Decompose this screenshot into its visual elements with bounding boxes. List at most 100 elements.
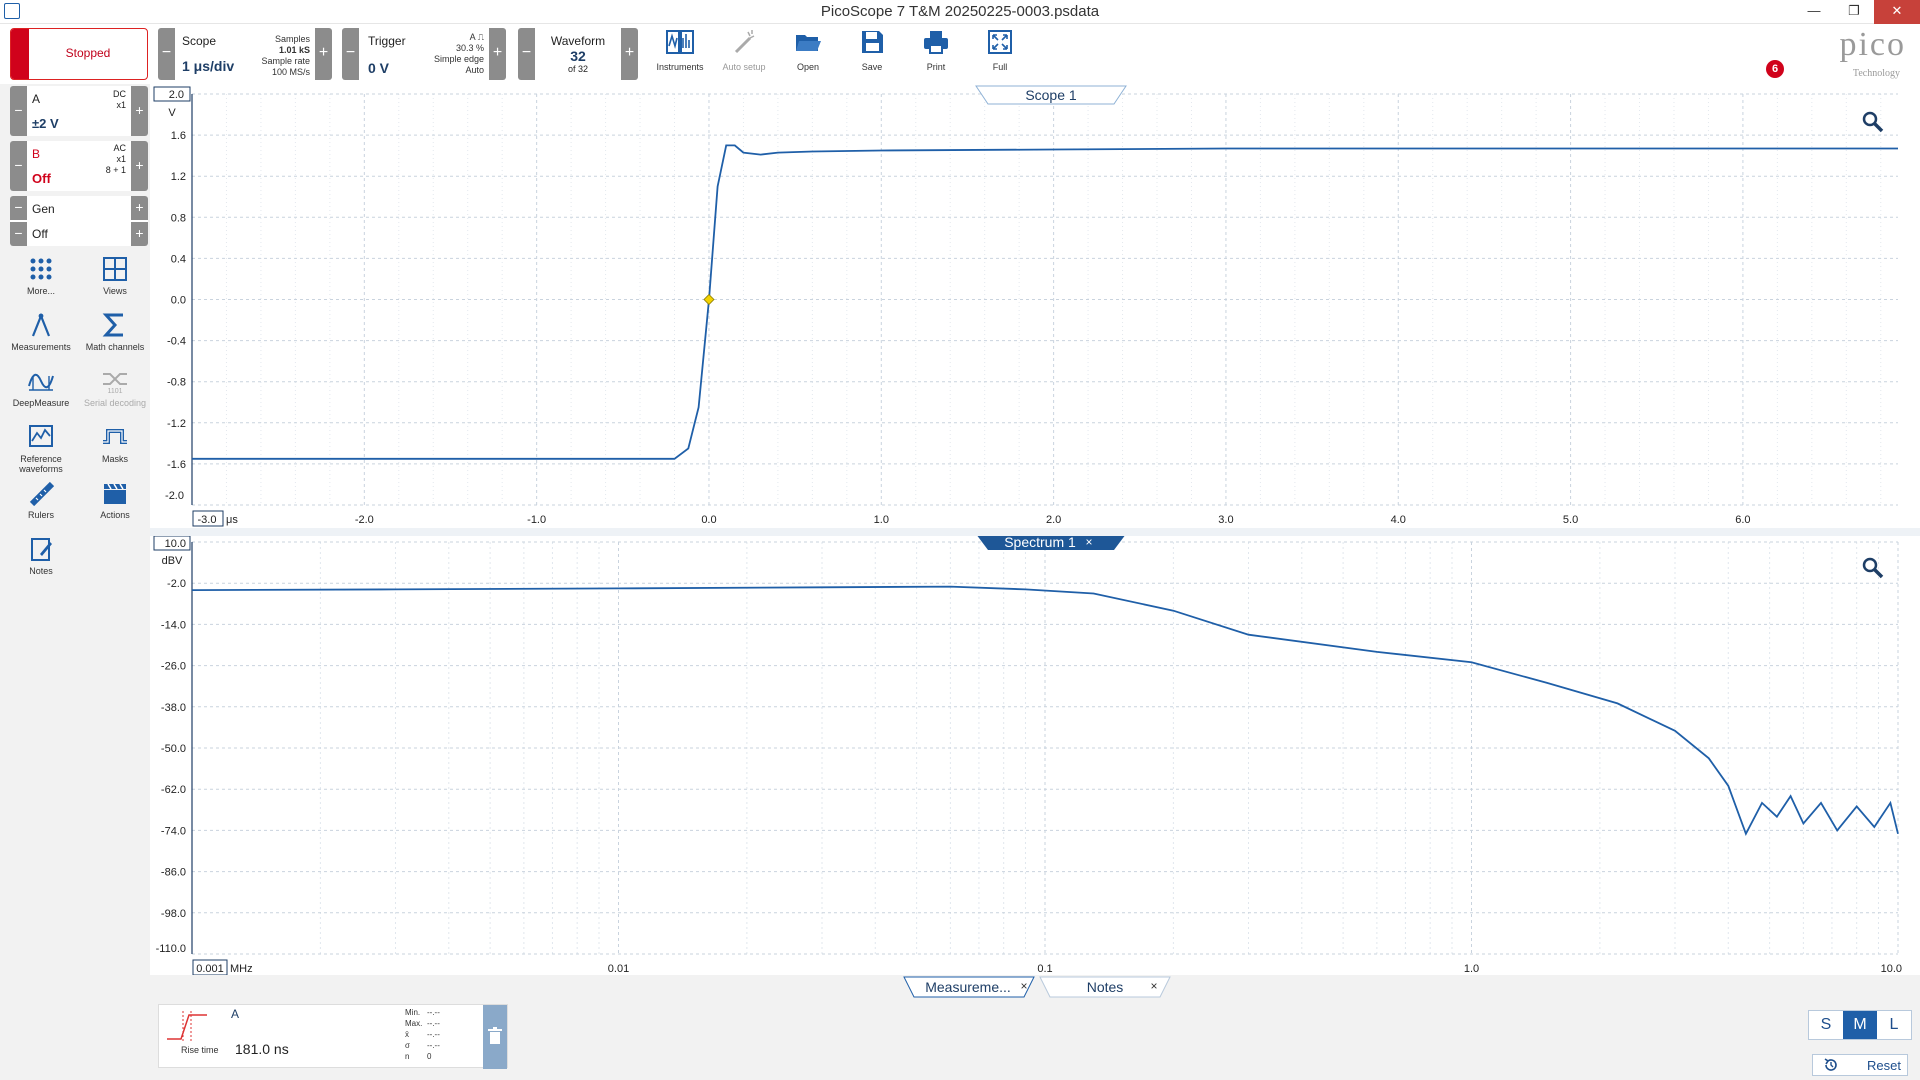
maximize-button[interactable]: ❐ — [1834, 0, 1874, 24]
actions-button[interactable]: Actions — [78, 480, 152, 532]
serial-decoding-icon: 1101 — [103, 373, 127, 394]
gen-off-decrease-button[interactable]: − — [10, 222, 27, 246]
spectrum-tab-close[interactable]: × — [1085, 535, 1092, 549]
channel-b-control[interactable]: − B Off AC x1 8 + 1 + — [10, 141, 148, 191]
deepmeasure-button[interactable]: DeepMeasure — [4, 368, 78, 420]
spectrum-x-tick-label: 0.1 — [1037, 963, 1052, 975]
size-medium-button[interactable]: M — [1843, 1011, 1877, 1039]
measurement-card[interactable]: A Rise time 181.0 ns Min. --.-- Max. --.--… — [158, 1004, 508, 1069]
waveform-current[interactable]: 32 — [535, 48, 621, 64]
view-separator[interactable] — [150, 528, 1920, 536]
waveform-previous-button[interactable]: − — [518, 28, 535, 80]
notes-tab-label[interactable]: Notes — [1087, 979, 1124, 995]
rulers-button[interactable]: Rulers — [4, 480, 78, 532]
channel-a-increase-button[interactable]: + — [131, 86, 148, 136]
waveform-next-button[interactable]: + — [621, 28, 638, 80]
delete-measurement-button[interactable] — [483, 1005, 507, 1069]
spectrum-x-unit: MHz — [230, 963, 253, 975]
scope-view[interactable]: 1.6 1.2 0.8 0.4 0.0 -0.4 -0.8 -1.2 -1.6 2.0 V -2.0 -… — [150, 84, 1920, 528]
scope-x-tick-label: 6.0 — [1735, 514, 1750, 526]
reset-button[interactable]: Reset — [1812, 1054, 1908, 1076]
scope-y-tick-label: 0.4 — [171, 253, 186, 265]
notes-button[interactable]: Notes — [4, 536, 78, 588]
gen-off-increase-button[interactable]: + — [131, 222, 148, 246]
open-button[interactable]: Open — [778, 28, 838, 80]
spectrum-y-top-label: 10.0 — [165, 538, 186, 550]
trigger-mode: Auto — [465, 65, 484, 75]
reference-waveform-icon — [29, 425, 53, 447]
measurements-tab-label[interactable]: Measureme... — [925, 979, 1011, 995]
measurements-label: Measurements — [11, 342, 71, 352]
notes-tab-close[interactable]: × — [1150, 979, 1157, 993]
scope-x-tick-label: 3.0 — [1218, 514, 1233, 526]
gen-decrease-button[interactable]: − — [10, 196, 27, 220]
math-channels-button[interactable]: Math channels — [78, 312, 152, 364]
stat-count-value: 0 — [427, 1052, 432, 1061]
trigger-decrease-button[interactable]: − — [342, 28, 359, 80]
measurements-tab-close[interactable]: × — [1020, 979, 1027, 993]
channel-b-decrease-button[interactable]: − — [10, 141, 27, 191]
instruments-button[interactable]: Instruments — [650, 28, 710, 80]
scope-tab-title[interactable]: Scope 1 — [1025, 87, 1077, 103]
scope-plot[interactable]: 1.6 1.2 0.8 0.4 0.0 -0.4 -0.8 -1.2 -1.6 2.0 V -2.0 -… — [150, 84, 1920, 528]
spectrum-y-unit: dBV — [162, 555, 183, 567]
spectrum-plot[interactable]: -2.0 -14.0 -26.0 -38.0 -50.0 -62.0 -74.0 -86.0 -… — [150, 534, 1920, 976]
print-label: Print — [926, 62, 946, 72]
stat-mean-label: x̄ — [405, 1030, 409, 1039]
scope-x-tick-label: 5.0 — [1563, 514, 1578, 526]
masks-button[interactable]: Masks — [78, 424, 152, 476]
close-button[interactable]: ✕ — [1874, 0, 1920, 24]
save-button[interactable]: Save — [842, 28, 902, 80]
channel-a-decrease-button[interactable]: − — [10, 86, 27, 136]
channel-a-range[interactable]: ±2 V — [32, 116, 59, 131]
spectrum-y-tick-label: -50.0 — [161, 743, 186, 755]
trigger-level-value[interactable]: 0 V — [368, 60, 389, 76]
stat-max-value: --.-- — [427, 1019, 440, 1028]
size-small-button[interactable]: S — [1809, 1011, 1843, 1039]
size-large-button[interactable]: L — [1877, 1011, 1911, 1039]
signal-generator-control[interactable]: − − Gen Off + + — [10, 196, 148, 246]
notes-icon — [31, 538, 52, 561]
spectrum-y-tick-label: -86.0 — [161, 867, 186, 879]
channel-b-state[interactable]: Off — [32, 171, 51, 186]
print-button[interactable]: Print — [906, 28, 966, 80]
spectrum-y-tick-label: -14.0 — [161, 619, 186, 631]
channel-a-coupling: DC — [113, 89, 126, 99]
full-screen-button[interactable]: Full — [970, 28, 1030, 80]
scope-y-tick-label: 0.0 — [171, 295, 186, 307]
measurements-button[interactable]: Measurements — [4, 312, 78, 364]
save-label: Save — [861, 62, 883, 72]
timebase-control: − Scope 1 μs/div Samples 1.01 kS Sample … — [158, 28, 332, 80]
reference-waveforms-button[interactable]: Reference waveforms — [4, 424, 78, 476]
serial-decoding-button[interactable]: 1101 Serial decoding — [78, 368, 152, 420]
spectrum-tab-title[interactable]: Spectrum 1 — [1004, 534, 1076, 550]
trigger-info[interactable]: A ⎍ 30.3 % Simple edge Auto — [434, 32, 484, 76]
channel-a-name: A — [32, 92, 41, 106]
timebase-decrease-button[interactable]: − — [158, 28, 175, 80]
spectrum-y-tick-label: -98.0 — [161, 908, 186, 920]
reset-icon — [1824, 1058, 1837, 1071]
notification-badge[interactable]: 6 — [1766, 60, 1784, 78]
scope-x-first-label: -3.0 — [198, 514, 217, 526]
spectrum-view[interactable]: -2.0 -14.0 -26.0 -38.0 -50.0 -62.0 -74.0 -86.0 -… — [150, 534, 1920, 976]
measurement-value: 181.0 ns — [235, 1041, 289, 1057]
gen-increase-button[interactable]: + — [131, 196, 148, 220]
more-button[interactable]: More... — [4, 256, 78, 308]
trigger-control: − Trigger 0 V A ⎍ 30.3 % Simple edge Aut… — [342, 28, 506, 80]
sample-info[interactable]: Samples 1.01 kS Sample rate 100 MS/s — [261, 34, 310, 78]
stop-indicator — [11, 29, 29, 79]
run-stop-button[interactable]: Stopped — [10, 28, 148, 80]
timebase-increase-button[interactable]: + — [315, 28, 332, 80]
timebase-value[interactable]: 1 μs/div — [182, 58, 234, 74]
spectrum-y-bottom-label: -110.0 — [156, 943, 186, 955]
waveform-label: Waveform — [550, 34, 606, 48]
stat-min-value: --.-- — [427, 1008, 440, 1017]
auto-setup-button[interactable]: Auto setup — [714, 28, 774, 80]
channel-b-increase-button[interactable]: + — [131, 141, 148, 191]
views-button[interactable]: Views — [78, 256, 152, 308]
trigger-increase-button[interactable]: + — [489, 28, 506, 80]
channel-a-control[interactable]: − A ±2 V DC x1 + — [10, 86, 148, 136]
spectrum-x-first-label: 0.001 — [196, 963, 224, 975]
spectrum-y-tick-label: -2.0 — [167, 578, 186, 590]
minimize-button[interactable]: — — [1794, 0, 1834, 24]
